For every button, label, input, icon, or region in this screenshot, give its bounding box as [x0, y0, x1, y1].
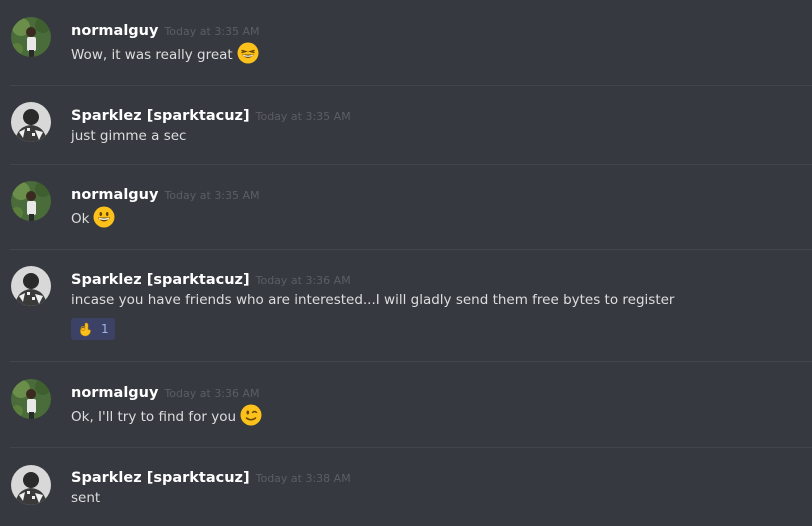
reaction-count: 1: [101, 322, 109, 336]
message-text-row: Ok: [71, 206, 115, 230]
message-text: just gimme a sec: [71, 128, 187, 144]
timestamp: Today at 3:35 AM: [255, 110, 351, 123]
reaction-button[interactable]: 1: [71, 318, 115, 340]
message-text-row: just gimme a sec: [71, 128, 186, 144]
timestamp: Today at 3:38 AM: [255, 472, 351, 485]
avatar[interactable]: [11, 17, 51, 57]
timestamp: Today at 3:36 AM: [255, 274, 351, 287]
message-text: Ok, I'll try to find for you: [71, 409, 237, 425]
username[interactable]: Sparklez [sparktacuz]: [71, 470, 250, 486]
message-text: Wow, it was really great: [71, 47, 233, 63]
timestamp: Today at 3:36 AM: [164, 387, 260, 400]
message-text: incase you have friends who are interest…: [71, 292, 675, 308]
username[interactable]: Sparklez [sparktacuz]: [71, 272, 250, 288]
message-text: sent: [71, 490, 101, 506]
avatar[interactable]: [11, 266, 51, 306]
grinning-face-emoji: [93, 206, 115, 228]
message-text-row: incase you have friends who are interest…: [71, 292, 674, 308]
username[interactable]: normalguy: [71, 385, 158, 401]
message-divider: [10, 164, 812, 165]
winking-face-emoji: [240, 404, 262, 426]
username[interactable]: normalguy: [71, 23, 158, 39]
message-divider: [10, 249, 812, 250]
username[interactable]: normalguy: [71, 187, 158, 203]
avatar[interactable]: [11, 379, 51, 419]
grinning-squinting-face-emoji: [237, 42, 259, 64]
username[interactable]: Sparklez [sparktacuz]: [71, 108, 250, 124]
avatar[interactable]: [11, 102, 51, 142]
timestamp: Today at 3:35 AM: [164, 25, 260, 38]
chat-messages: normalguy Today at 3:35 AM Wow, it was re…: [0, 0, 812, 526]
message-text-row: sent: [71, 490, 100, 506]
ok-hand-emoji: [77, 321, 93, 337]
message-divider: [10, 361, 812, 362]
message-text: Ok: [71, 211, 90, 227]
avatar[interactable]: [11, 181, 51, 221]
message-text-row: Wow, it was really great: [71, 42, 259, 66]
message-divider: [10, 85, 812, 86]
message-divider: [10, 447, 812, 448]
timestamp: Today at 3:35 AM: [164, 189, 260, 202]
message-text-row: Ok, I'll try to find for you: [71, 404, 262, 428]
avatar[interactable]: [11, 465, 51, 505]
